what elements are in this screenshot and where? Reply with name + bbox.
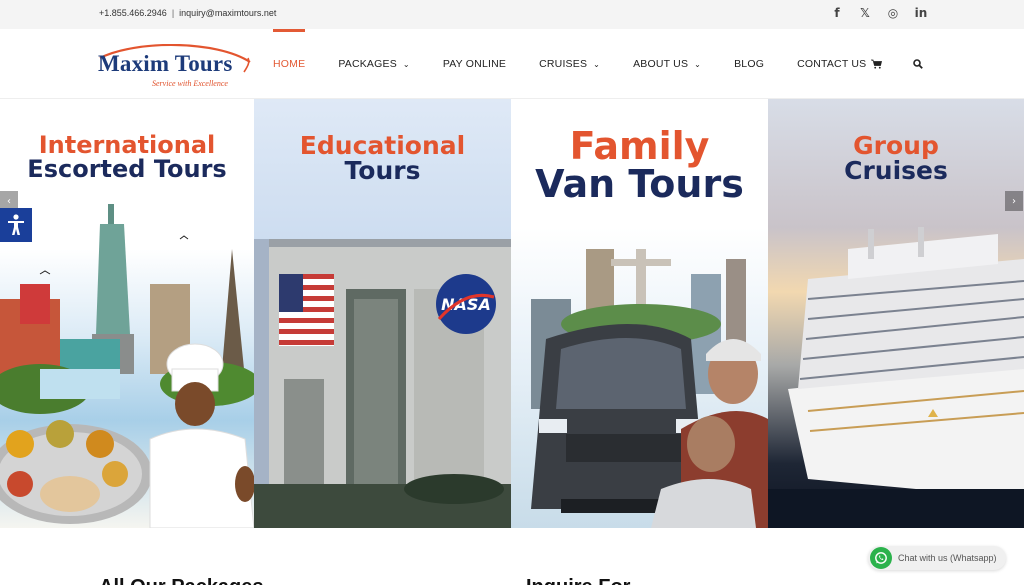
- nav-contact-us[interactable]: CONTACT US: [797, 29, 866, 99]
- banner-panel-family-van[interactable]: Family Van Tours: [511, 99, 768, 528]
- cruise-ship-illustration: [768, 227, 1024, 528]
- whatsapp-icon: [870, 547, 892, 569]
- nav-packages[interactable]: PACKAGES ⌄: [338, 29, 410, 99]
- search-icon-glyph: [913, 59, 923, 69]
- slider-next-button[interactable]: ›: [1005, 191, 1023, 211]
- nasa-building-illustration: NASA: [254, 239, 511, 528]
- whatsapp-glyph: [875, 552, 887, 564]
- banner-panel-group-cruises[interactable]: Group Cruises: [768, 99, 1024, 528]
- x-twitter-icon[interactable]: 𝕏: [858, 6, 872, 20]
- nav-pay-online-label: PAY ONLINE: [442, 58, 507, 70]
- nav-about-us[interactable]: ABOUT US ⌄: [633, 29, 701, 99]
- accessibility-button[interactable]: [0, 208, 32, 242]
- search-icon[interactable]: [913, 29, 923, 99]
- whatsapp-label: Chat with us (Whatsapp): [898, 553, 997, 563]
- cart-icon-glyph: [871, 59, 882, 69]
- facebook-icon[interactable]: f: [830, 6, 844, 20]
- inquire-heading: Inquire For: [526, 576, 630, 585]
- instagram-icon[interactable]: ◎: [886, 6, 900, 20]
- banner-panel-educational[interactable]: Educational Tours NASA: [254, 99, 511, 528]
- nav-pay-online[interactable]: PAY ONLINE: [443, 29, 506, 99]
- social-links: f 𝕏 ◎ in: [830, 6, 928, 20]
- logo-tagline: Service with Excellence: [152, 79, 228, 88]
- accessibility-icon: [8, 214, 24, 235]
- nav-home-label: HOME: [273, 58, 306, 70]
- hero-banner: International Escorted Tours Educational…: [0, 99, 1024, 528]
- nav-cruises-label: CRUISES: [539, 58, 588, 70]
- nav-cruises[interactable]: CRUISES ⌄: [539, 29, 600, 99]
- linkedin-icon[interactable]: in: [914, 6, 928, 20]
- nav-home[interactable]: HOME: [273, 29, 306, 99]
- logo-wordmark: Maxim Tours: [98, 51, 233, 76]
- nav-blog-label: BLOG: [734, 58, 765, 70]
- site-header: Maxim Tours Service with Excellence HOME…: [0, 29, 1024, 99]
- nav-packages-label: PACKAGES: [338, 58, 397, 70]
- international-tours-illustration: [0, 204, 254, 528]
- chevron-down-icon: ⌄: [694, 59, 702, 69]
- chevron-down-icon: ⌄: [593, 59, 601, 69]
- contact-info: +1.855.466.2946 | inquiry@maximtours.net: [99, 8, 276, 18]
- site-logo[interactable]: Maxim Tours Service with Excellence: [98, 44, 254, 88]
- top-bar: +1.855.466.2946 | inquiry@maximtours.net f…: [0, 0, 1024, 29]
- main-nav: HOME PACKAGES ⌄ PAY ONLINE CRUISES ⌄ ABOUT…: [273, 29, 866, 99]
- chevron-down-icon: ⌄: [402, 59, 410, 69]
- banner-panel-international[interactable]: International Escorted Tours: [0, 99, 254, 528]
- contact-separator: |: [171, 8, 175, 18]
- cart-icon[interactable]: [871, 29, 882, 99]
- nav-about-us-label: ABOUT US: [633, 58, 689, 70]
- email-link[interactable]: inquiry@maximtours.net: [179, 8, 276, 18]
- family-van-illustration: [531, 249, 768, 528]
- whatsapp-chat-button[interactable]: Chat with us (Whatsapp): [868, 546, 1006, 570]
- packages-heading: All Our Packages: [99, 576, 264, 585]
- phone-link[interactable]: +1.855.466.2946: [99, 8, 167, 18]
- nav-blog[interactable]: BLOG: [734, 29, 764, 99]
- nav-contact-us-label: CONTACT US: [797, 58, 867, 70]
